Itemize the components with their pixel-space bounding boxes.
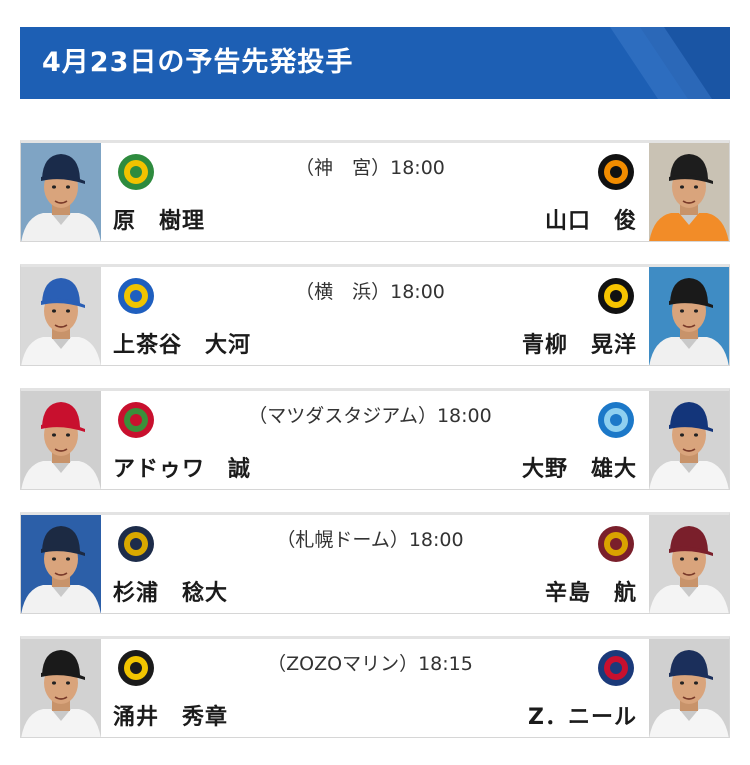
game-card[interactable]: （横 浜）18:00 上茶谷 大河 青柳 晃洋 [20,264,730,366]
home-pitcher-name: 杉浦 稔大 [113,581,229,606]
marines-logo-icon [115,647,157,689]
away-pitcher-name: Z．ニール [528,705,637,730]
home-pitcher-photo [21,391,101,489]
tigers-logo-icon [595,275,637,317]
carp-logo-icon [115,399,157,441]
page-header: 4月23日の予告先発投手 [20,27,730,99]
home-pitcher-name: アドゥワ 誠 [113,457,252,482]
venue-time: （ZOZOマリン）18:15 [267,653,473,675]
away-pitcher-photo [649,515,729,613]
home-pitcher-name: 涌井 秀章 [113,705,229,730]
baystars-logo-icon [115,275,157,317]
page-title: 4月23日の予告先発投手 [42,47,354,78]
home-pitcher-photo [21,515,101,613]
giants-logo-icon [595,151,637,193]
venue-time: （札幌ドーム）18:00 [276,529,464,551]
game-card[interactable]: （マツダスタジアム）18:00 アドゥワ 誠 大野 雄大 [20,388,730,490]
game-card[interactable]: （札幌ドーム）18:00 杉浦 稔大 辛島 航 [20,512,730,614]
away-pitcher-name: 大野 雄大 [521,457,637,482]
away-pitcher-photo [649,639,729,737]
away-pitcher-name: 青柳 晃洋 [521,333,637,358]
dragons-logo-icon [595,399,637,441]
venue-time: （神 宮）18:00 [295,157,445,179]
eagles-logo-icon [595,523,637,565]
game-card[interactable]: （神 宮）18:00 原 樹理 山口 俊 [20,140,730,242]
home-pitcher-photo [21,639,101,737]
swallows-logo-icon [115,151,157,193]
home-pitcher-name: 上茶谷 大河 [113,333,252,358]
venue-time: （マツダスタジアム）18:00 [248,405,492,427]
away-pitcher-photo [649,391,729,489]
fighters-logo-icon [115,523,157,565]
home-pitcher-photo [21,267,101,365]
lions-logo-icon [595,647,637,689]
home-pitcher-name: 原 樹理 [113,209,206,234]
game-card[interactable]: （ZOZOマリン）18:15 涌井 秀章 Z．ニール [20,636,730,738]
away-pitcher-photo [649,143,729,241]
venue-time: （横 浜）18:00 [295,281,445,303]
away-pitcher-name: 辛島 航 [544,581,637,606]
home-pitcher-photo [21,143,101,241]
away-pitcher-photo [649,267,729,365]
away-pitcher-name: 山口 俊 [544,209,637,234]
